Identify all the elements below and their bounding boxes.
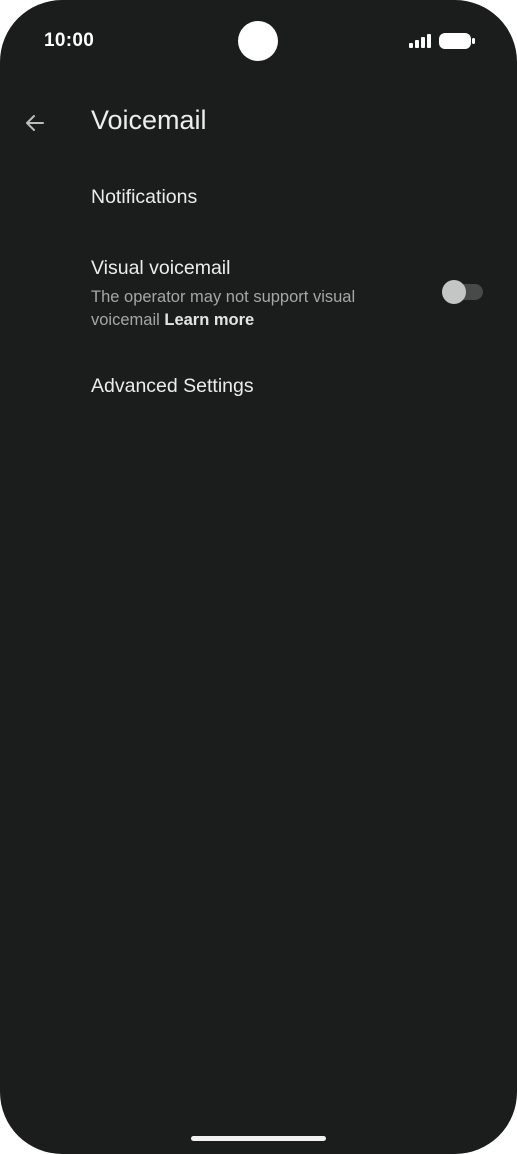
visual-voicemail-setting[interactable]: Visual voicemail The operator may not su… — [0, 248, 517, 342]
phone-screen: 10:00 Voicemail Notifications Visual voi… — [0, 0, 517, 1154]
visual-voicemail-toggle[interactable] — [442, 280, 484, 304]
arrow-back-icon — [26, 115, 44, 131]
signal-bars-icon — [409, 34, 431, 48]
toggle-thumb — [442, 280, 466, 304]
advanced-settings-title: Advanced Settings — [91, 375, 254, 397]
notifications-setting[interactable]: Notifications — [0, 176, 517, 220]
learn-more-link[interactable]: Learn more — [164, 311, 254, 329]
visual-voicemail-title: Visual voicemail — [91, 257, 231, 279]
camera-cutout — [238, 21, 278, 61]
battery-full-icon — [439, 33, 475, 49]
visual-voicemail-summary: The operator may not support visual voic… — [91, 286, 411, 332]
status-time: 10:00 — [44, 30, 95, 51]
advanced-settings-setting[interactable]: Advanced Settings — [0, 366, 517, 410]
notifications-title: Notifications — [91, 186, 198, 208]
back-button[interactable] — [16, 104, 54, 142]
page-title: Voicemail — [91, 105, 207, 135]
home-indicator[interactable] — [191, 1136, 326, 1141]
